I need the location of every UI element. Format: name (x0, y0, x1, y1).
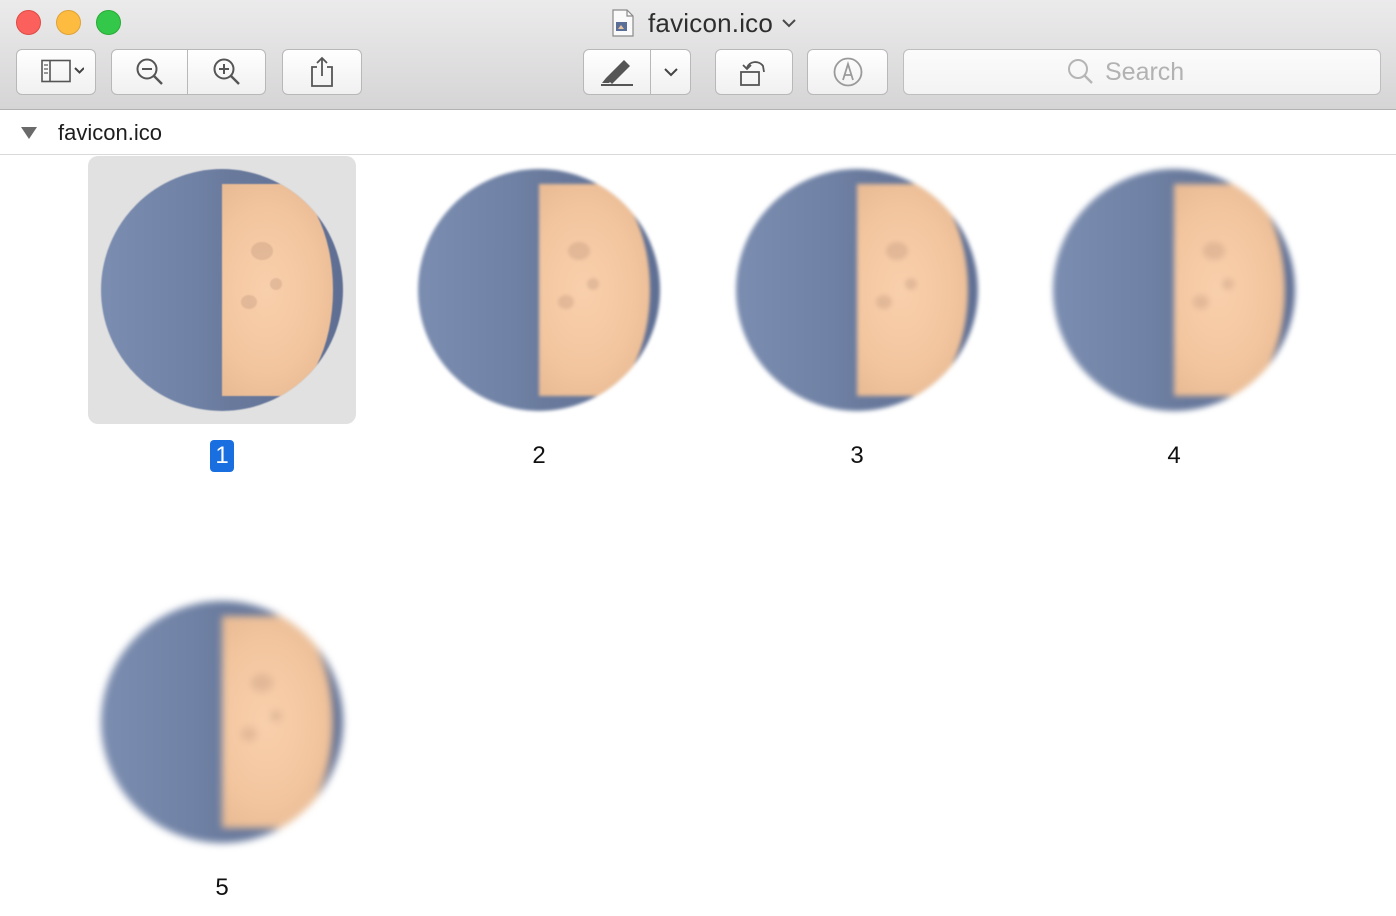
page-number-label: 1 (210, 440, 234, 472)
page-number-wrap: 1 (88, 440, 356, 472)
page-number-label: 3 (850, 442, 864, 469)
page-number-wrap: 5 (88, 872, 356, 904)
window-title-group[interactable]: favicon.ico (612, 6, 797, 40)
zoom-in-icon (213, 58, 240, 85)
annotate-button[interactable] (807, 49, 888, 95)
zoom-out-button[interactable] (111, 49, 188, 95)
markup-options-button[interactable] (651, 49, 691, 95)
zoom-window-button[interactable] (96, 10, 121, 35)
rotate-button[interactable] (715, 49, 793, 95)
document-icon (612, 9, 634, 37)
sidebar-view-button[interactable] (16, 49, 96, 95)
share-button[interactable] (282, 49, 362, 95)
share-icon (311, 56, 333, 87)
moon-image (418, 169, 660, 411)
window-toolbar: favicon.ico (0, 0, 1396, 110)
page-number-label: 2 (532, 442, 546, 469)
page-number-wrap: 4 (1040, 440, 1308, 472)
rotate-icon (740, 61, 765, 86)
moon-image (101, 169, 343, 411)
highlighter-icon (601, 60, 633, 86)
search-input[interactable] (1103, 56, 1217, 88)
window-title: favicon.ico (648, 7, 774, 38)
zoom-out-icon (136, 58, 163, 85)
minimize-window-button[interactable] (56, 10, 81, 35)
disclosure-triangle-icon[interactable] (20, 126, 38, 140)
close-window-button[interactable] (16, 10, 41, 35)
sidebar-icon (41, 59, 84, 83)
moon-image (1053, 169, 1295, 411)
page-number-label: 5 (215, 874, 229, 901)
search-field[interactable] (903, 49, 1381, 95)
chevron-down-icon (782, 19, 796, 28)
page-number-label: 4 (1167, 442, 1181, 469)
annotate-icon (833, 57, 862, 87)
chevron-down-icon (663, 68, 678, 77)
moon-image (736, 169, 978, 411)
document-group-header[interactable]: favicon.ico (0, 111, 1396, 155)
page-number-wrap: 2 (405, 440, 673, 472)
search-icon (1068, 59, 1093, 84)
document-group-label: favicon.ico (58, 120, 162, 145)
markup-highlight-button[interactable] (583, 49, 651, 95)
page-number-wrap: 3 (723, 440, 991, 472)
moon-image (101, 601, 343, 843)
zoom-in-button[interactable] (188, 49, 266, 95)
